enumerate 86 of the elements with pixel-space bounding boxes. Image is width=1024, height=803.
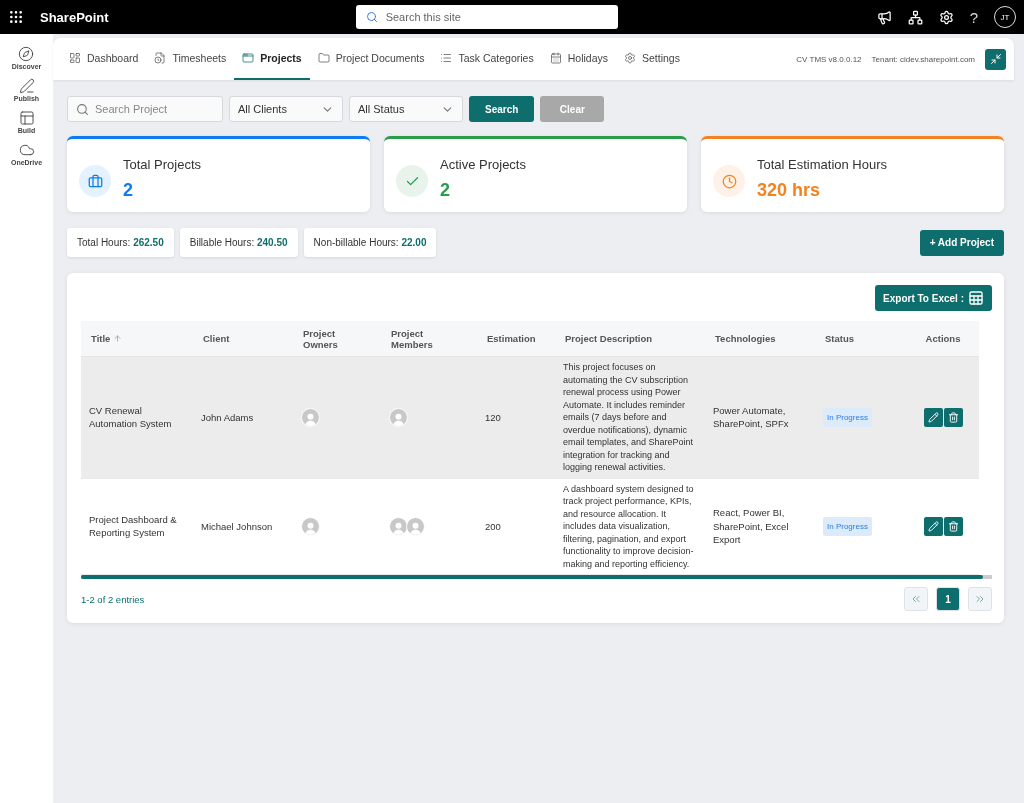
column-header[interactable]: Client	[193, 321, 293, 357]
column-header[interactable]: Title	[81, 321, 193, 357]
person-avatar	[301, 516, 320, 536]
edit-button[interactable]	[924, 516, 943, 536]
person-avatar	[389, 407, 408, 427]
window-icon	[242, 52, 255, 64]
nav-tab[interactable]: Timesheets	[146, 38, 235, 80]
person-avatar	[389, 516, 408, 536]
column-header[interactable]: Estimation	[477, 321, 555, 357]
hours-summary: Non-billable Hours: 22.00	[303, 228, 437, 257]
settings-icon[interactable]	[938, 9, 954, 25]
client-select[interactable]: All Clients	[229, 96, 343, 122]
collapse-button[interactable]	[985, 48, 1006, 70]
column-header[interactable]: Project Description	[555, 321, 705, 357]
sort-arrow-icon	[113, 334, 123, 343]
pencil-icon	[928, 520, 939, 532]
stat-value: 320 hrs	[757, 180, 822, 201]
project-search-field[interactable]: Search Project	[67, 96, 223, 122]
settings-icon	[624, 52, 636, 64]
calendar-icon	[549, 52, 562, 64]
delete-button[interactable]	[944, 407, 963, 427]
dashboard-icon	[69, 52, 81, 64]
document-clock-icon	[154, 52, 167, 64]
title-cell: CV Renewal Automation System	[81, 357, 193, 479]
version-label: CV TMS v8.0.0.12	[796, 54, 862, 64]
clock-icon	[713, 165, 745, 197]
stat-title: Active Projects	[440, 157, 526, 172]
pencil-icon	[928, 411, 939, 423]
column-header[interactable]: Status	[815, 321, 907, 357]
list-icon	[440, 52, 453, 64]
estimation-cell: 120	[477, 357, 555, 479]
help-button[interactable]: ?	[969, 8, 978, 26]
cloud-icon[interactable]	[18, 142, 35, 158]
folder-icon	[317, 52, 330, 64]
collapse-icon	[989, 53, 1002, 65]
app-launcher-icon[interactable]	[8, 9, 24, 25]
column-header[interactable]: Project Owners	[293, 321, 381, 357]
spreadsheet-icon	[968, 290, 984, 306]
check-icon	[396, 165, 428, 197]
nav-tab[interactable]: Settings	[616, 38, 688, 80]
site-search-field[interactable]: Search this site	[355, 5, 618, 29]
trash-icon	[948, 411, 959, 423]
tenant-label: Tenant: cidev.sharepoint.com	[871, 54, 975, 64]
person-avatar	[406, 516, 425, 536]
network-icon[interactable]	[907, 9, 923, 25]
stat-title: Total Estimation Hours	[757, 157, 888, 172]
person-avatar	[301, 407, 320, 427]
export-button[interactable]: Export To Excel :	[875, 285, 992, 311]
client-cell: John Adams	[193, 357, 293, 479]
status-select[interactable]: All Status	[349, 96, 463, 122]
horizontal-scrollbar[interactable]	[81, 575, 992, 579]
add-project-button[interactable]: + Add Project	[919, 229, 1004, 256]
stat-title: Total Projects	[123, 157, 202, 172]
nav-tab[interactable]: Projects	[234, 38, 310, 80]
app-name[interactable]: SharePoint	[40, 9, 109, 25]
description-text: A dashboard system designed to track project performance, KPIs, and resource allocation. It includes data visualization, filtering, pagination, and export functionality to improve decision-making and reporting efficiency.	[563, 482, 695, 570]
nav-tab[interactable]: Project Documents	[309, 38, 433, 80]
megaphone-icon[interactable]	[876, 9, 892, 25]
edit-button[interactable]	[924, 407, 943, 427]
search-icon	[365, 11, 378, 23]
column-header[interactable]: Technologies	[705, 321, 815, 357]
briefcase-icon	[79, 165, 111, 197]
status-badge: In Progress	[823, 516, 872, 536]
nav-tab[interactable]: Task Categories	[432, 38, 542, 80]
compass-icon[interactable]	[18, 46, 35, 62]
status-badge: In Progress	[823, 407, 872, 427]
trash-icon	[948, 520, 959, 532]
column-header[interactable]: Actions	[907, 321, 979, 357]
search-icon	[76, 102, 89, 116]
entries-summary: 1-2 of 2 entries	[81, 593, 145, 605]
layout-icon[interactable]	[18, 110, 35, 126]
column-header[interactable]: Project Members	[381, 321, 477, 357]
hours-summary: Billable Hours: 240.50	[179, 228, 298, 257]
nav-tab[interactable]: Holidays	[541, 38, 616, 80]
search-button[interactable]: Search	[469, 96, 535, 122]
pen-icon[interactable]	[18, 78, 35, 94]
stat-value: 2	[123, 180, 134, 201]
technologies-cell: Power Automate, SharePoint, SPFx	[705, 357, 815, 479]
description-text: This project focuses on automating the CV subscription renewal process using Power Automate. It includes reminder emails (7 days before and overdue notifications), dynamic email templates, and SharePoint integration for tracking and logging renewal activities.	[563, 361, 695, 474]
page-button[interactable]: 1	[936, 587, 960, 611]
double-chevron-left-icon	[910, 593, 922, 605]
stat-value: 2	[440, 180, 451, 201]
delete-button[interactable]	[944, 516, 963, 536]
hours-summary: Total Hours: 262.50	[67, 228, 174, 257]
nav-tab[interactable]: Dashboard	[61, 38, 147, 80]
double-chevron-right-icon	[974, 593, 986, 605]
